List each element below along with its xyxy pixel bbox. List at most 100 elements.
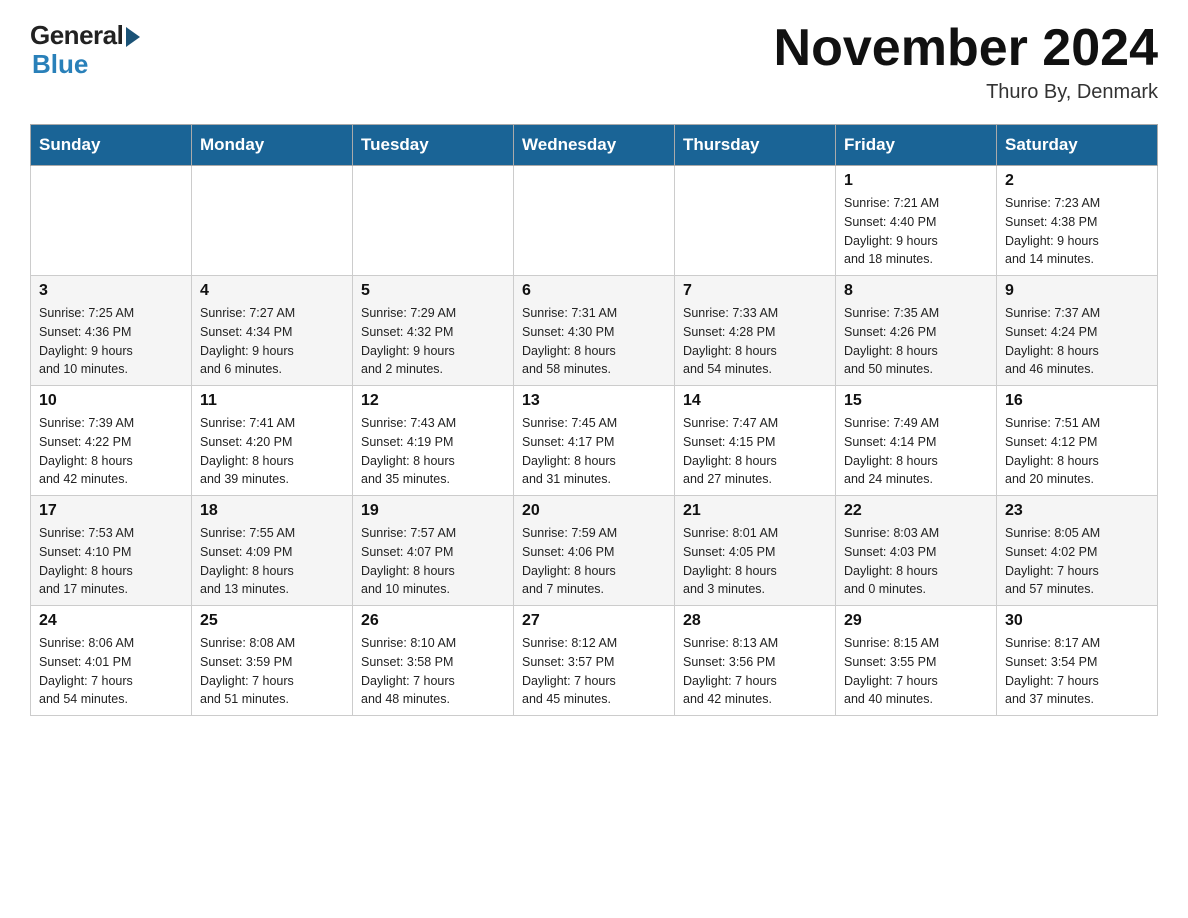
calendar-week-row: 17 Sunrise: 7:53 AMSunset: 4:10 PMDayligh… xyxy=(31,496,1158,606)
calendar-cell: 12Sunrise: 7:43 AMSunset: 4:19 PMDayligh… xyxy=(353,386,514,496)
calendar-cell: 6 Sunrise: 7:31 AMSunset: 4:30 PMDaylight… xyxy=(514,276,675,386)
calendar-cell: 10 Sunrise: 7:39 AMSunset: 4:22 PMDayligh… xyxy=(31,386,192,496)
calendar-cell: 11 Sunrise: 7:41 AMSunset: 4:20 PMDayligh… xyxy=(192,386,353,496)
calendar-header-friday: Friday xyxy=(836,125,997,166)
day-number: 22 xyxy=(844,502,988,520)
day-number: 24 xyxy=(39,612,183,630)
day-number: 28 xyxy=(683,612,827,630)
calendar-header-row: SundayMondayTuesdayWednesdayThursdayFrid… xyxy=(31,125,1158,166)
calendar-header-wednesday: Wednesday xyxy=(514,125,675,166)
calendar-cell: 1 Sunrise: 7:21 AMSunset: 4:40 PMDaylight… xyxy=(836,166,997,276)
day-info: Sunrise: 8:06 AMSunset: 4:01 PMDaylight:… xyxy=(39,634,183,709)
day-number: 21 xyxy=(683,502,827,520)
day-number: 5 xyxy=(361,282,505,300)
day-info: Sunrise: 7:21 AMSunset: 4:40 PMDaylight:… xyxy=(844,194,988,269)
month-title: November 2024 xyxy=(774,20,1158,77)
day-info: Sunrise: 7:59 AMSunset: 4:06 PMDaylight:… xyxy=(522,524,666,599)
day-number: 2 xyxy=(1005,172,1149,190)
calendar-week-row: 1 Sunrise: 7:21 AMSunset: 4:40 PMDaylight… xyxy=(31,166,1158,276)
day-number: 19 xyxy=(361,502,505,520)
day-number: 1 xyxy=(844,172,988,190)
day-info: Sunrise: 7:39 AMSunset: 4:22 PMDaylight:… xyxy=(39,414,183,489)
day-info: Sunrise: 8:01 AMSunset: 4:05 PMDaylight:… xyxy=(683,524,827,599)
calendar-header-thursday: Thursday xyxy=(675,125,836,166)
day-info: Sunrise: 7:31 AMSunset: 4:30 PMDaylight:… xyxy=(522,304,666,379)
calendar-table: SundayMondayTuesdayWednesdayThursdayFrid… xyxy=(30,124,1158,716)
day-number: 29 xyxy=(844,612,988,630)
day-number: 16 xyxy=(1005,392,1149,410)
page-header: General Blue November 2024 Thuro By, Den… xyxy=(30,20,1158,104)
calendar-cell: 22 Sunrise: 8:03 AMSunset: 4:03 PMDayligh… xyxy=(836,496,997,606)
day-info: Sunrise: 7:33 AMSunset: 4:28 PMDaylight:… xyxy=(683,304,827,379)
day-number: 9 xyxy=(1005,282,1149,300)
calendar-cell: 14Sunrise: 7:47 AMSunset: 4:15 PMDayligh… xyxy=(675,386,836,496)
logo-blue-text: Blue xyxy=(32,49,88,80)
calendar-header-saturday: Saturday xyxy=(997,125,1158,166)
day-number: 25 xyxy=(200,612,344,630)
day-number: 14 xyxy=(683,392,827,410)
day-number: 11 xyxy=(200,392,344,410)
calendar-header-tuesday: Tuesday xyxy=(353,125,514,166)
calendar-cell: 8 Sunrise: 7:35 AMSunset: 4:26 PMDaylight… xyxy=(836,276,997,386)
calendar-cell: 27Sunrise: 8:12 AMSunset: 3:57 PMDayligh… xyxy=(514,606,675,716)
calendar-cell: 5Sunrise: 7:29 AMSunset: 4:32 PMDaylight… xyxy=(353,276,514,386)
day-info: Sunrise: 8:03 AMSunset: 4:03 PMDaylight:… xyxy=(844,524,988,599)
day-info: Sunrise: 8:15 AMSunset: 3:55 PMDaylight:… xyxy=(844,634,988,709)
day-info: Sunrise: 7:49 AMSunset: 4:14 PMDaylight:… xyxy=(844,414,988,489)
day-number: 4 xyxy=(200,282,344,300)
day-info: Sunrise: 7:25 AMSunset: 4:36 PMDaylight:… xyxy=(39,304,183,379)
logo-general-text: General xyxy=(30,20,123,51)
day-number: 23 xyxy=(1005,502,1149,520)
day-info: Sunrise: 7:41 AMSunset: 4:20 PMDaylight:… xyxy=(200,414,344,489)
calendar-cell xyxy=(192,166,353,276)
day-info: Sunrise: 7:45 AMSunset: 4:17 PMDaylight:… xyxy=(522,414,666,489)
day-number: 30 xyxy=(1005,612,1149,630)
day-info: Sunrise: 7:27 AMSunset: 4:34 PMDaylight:… xyxy=(200,304,344,379)
calendar-cell: 19Sunrise: 7:57 AMSunset: 4:07 PMDayligh… xyxy=(353,496,514,606)
day-info: Sunrise: 7:53 AMSunset: 4:10 PMDaylight:… xyxy=(39,524,183,599)
calendar-cell xyxy=(353,166,514,276)
calendar-week-row: 10 Sunrise: 7:39 AMSunset: 4:22 PMDayligh… xyxy=(31,386,1158,496)
day-number: 20 xyxy=(522,502,666,520)
calendar-cell: 24 Sunrise: 8:06 AMSunset: 4:01 PMDayligh… xyxy=(31,606,192,716)
day-info: Sunrise: 8:05 AMSunset: 4:02 PMDaylight:… xyxy=(1005,524,1149,599)
calendar-cell xyxy=(514,166,675,276)
day-number: 26 xyxy=(361,612,505,630)
day-info: Sunrise: 7:51 AMSunset: 4:12 PMDaylight:… xyxy=(1005,414,1149,489)
calendar-cell: 18 Sunrise: 7:55 AMSunset: 4:09 PMDayligh… xyxy=(192,496,353,606)
day-info: Sunrise: 7:43 AMSunset: 4:19 PMDaylight:… xyxy=(361,414,505,489)
day-info: Sunrise: 8:17 AMSunset: 3:54 PMDaylight:… xyxy=(1005,634,1149,709)
calendar-cell xyxy=(31,166,192,276)
day-info: Sunrise: 8:08 AMSunset: 3:59 PMDaylight:… xyxy=(200,634,344,709)
calendar-cell: 20 Sunrise: 7:59 AMSunset: 4:06 PMDayligh… xyxy=(514,496,675,606)
day-number: 8 xyxy=(844,282,988,300)
calendar-cell: 21 Sunrise: 8:01 AMSunset: 4:05 PMDayligh… xyxy=(675,496,836,606)
calendar-cell: 28 Sunrise: 8:13 AMSunset: 3:56 PMDayligh… xyxy=(675,606,836,716)
logo-arrow-icon xyxy=(126,27,140,47)
calendar-cell: 25 Sunrise: 8:08 AMSunset: 3:59 PMDayligh… xyxy=(192,606,353,716)
calendar-week-row: 24 Sunrise: 8:06 AMSunset: 4:01 PMDayligh… xyxy=(31,606,1158,716)
calendar-cell: 4 Sunrise: 7:27 AMSunset: 4:34 PMDaylight… xyxy=(192,276,353,386)
calendar-cell: 29 Sunrise: 8:15 AMSunset: 3:55 PMDayligh… xyxy=(836,606,997,716)
calendar-cell: 26 Sunrise: 8:10 AMSunset: 3:58 PMDayligh… xyxy=(353,606,514,716)
calendar-cell: 17 Sunrise: 7:53 AMSunset: 4:10 PMDayligh… xyxy=(31,496,192,606)
calendar-cell: 15Sunrise: 7:49 AMSunset: 4:14 PMDayligh… xyxy=(836,386,997,496)
day-number: 17 xyxy=(39,502,183,520)
day-info: Sunrise: 7:23 AMSunset: 4:38 PMDaylight:… xyxy=(1005,194,1149,269)
day-number: 27 xyxy=(522,612,666,630)
day-number: 6 xyxy=(522,282,666,300)
day-info: Sunrise: 8:10 AMSunset: 3:58 PMDaylight:… xyxy=(361,634,505,709)
calendar-header-monday: Monday xyxy=(192,125,353,166)
day-info: Sunrise: 7:35 AMSunset: 4:26 PMDaylight:… xyxy=(844,304,988,379)
calendar-cell: 9Sunrise: 7:37 AMSunset: 4:24 PMDaylight… xyxy=(997,276,1158,386)
day-number: 3 xyxy=(39,282,183,300)
day-info: Sunrise: 7:55 AMSunset: 4:09 PMDaylight:… xyxy=(200,524,344,599)
logo: General Blue xyxy=(30,20,140,80)
calendar-cell: 3 Sunrise: 7:25 AMSunset: 4:36 PMDaylight… xyxy=(31,276,192,386)
day-number: 18 xyxy=(200,502,344,520)
day-info: Sunrise: 8:13 AMSunset: 3:56 PMDaylight:… xyxy=(683,634,827,709)
calendar-cell: 30 Sunrise: 8:17 AMSunset: 3:54 PMDayligh… xyxy=(997,606,1158,716)
calendar-cell: 16 Sunrise: 7:51 AMSunset: 4:12 PMDayligh… xyxy=(997,386,1158,496)
day-number: 10 xyxy=(39,392,183,410)
calendar-week-row: 3 Sunrise: 7:25 AMSunset: 4:36 PMDaylight… xyxy=(31,276,1158,386)
